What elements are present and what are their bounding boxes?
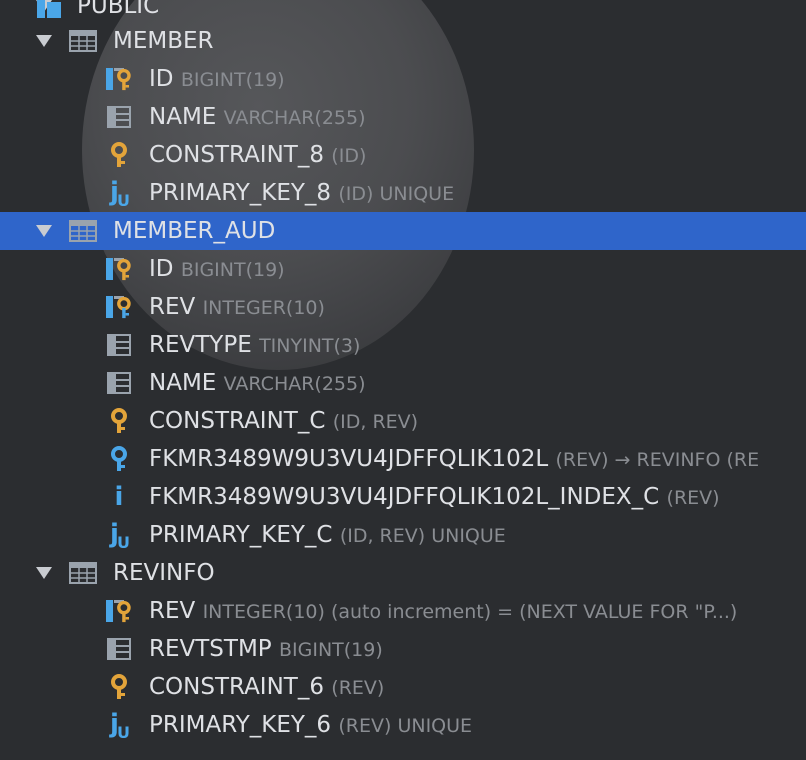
tree-item-foreign-key[interactable]: FKMR3489W9U3VU4JDFFQLIK102L (REV) → REVI… bbox=[0, 440, 806, 478]
tree-item-pk-fk-column[interactable]: REV INTEGER(10) bbox=[0, 288, 806, 326]
item-label: REV INTEGER(10) (auto increment) = (NEXT… bbox=[149, 592, 737, 630]
item-name: REVTSTMP bbox=[149, 636, 272, 662]
table-icon bbox=[68, 216, 98, 246]
item-name: REVTYPE bbox=[149, 332, 252, 358]
table-name-text: MEMBER bbox=[113, 28, 214, 54]
item-name: FKMR3489W9U3VU4JDFFQLIK102L bbox=[149, 446, 549, 472]
tree-item-column[interactable]: NAME VARCHAR(255) bbox=[0, 364, 806, 402]
item-name: CONSTRAINT_C bbox=[149, 408, 326, 434]
item-label: FKMR3489W9U3VU4JDFFQLIK102L (REV) → REVI… bbox=[149, 440, 759, 478]
item-name: CONSTRAINT_8 bbox=[149, 142, 324, 168]
column-icon bbox=[104, 634, 134, 664]
primary-foreign-key-column-icon bbox=[104, 292, 134, 322]
tree-item-key[interactable]: CONSTRAINT_C (ID, REV) bbox=[0, 402, 806, 440]
item-label: FKMR3489W9U3VU4JDFFQLIK102L_INDEX_C (REV… bbox=[149, 478, 720, 516]
item-label: REVTSTMP BIGINT(19) bbox=[149, 630, 383, 668]
foreign-key-icon bbox=[104, 444, 134, 474]
item-type-meta: VARCHAR(255) bbox=[223, 373, 366, 395]
column-icon bbox=[104, 102, 134, 132]
key-icon bbox=[104, 406, 134, 436]
tree-item-index[interactable]: i FKMR3489W9U3VU4JDFFQLIK102L_INDEX_C (RE… bbox=[0, 478, 806, 516]
table-icon bbox=[68, 558, 98, 588]
tree-item-unique-index[interactable]: jU PRIMARY_KEY_C (ID, REV) UNIQUE bbox=[0, 516, 806, 554]
item-type-meta: (ID, REV) bbox=[332, 411, 419, 433]
schema-icon bbox=[34, 0, 64, 21]
item-label: PRIMARY_KEY_8 (ID) UNIQUE bbox=[149, 174, 454, 212]
item-label: REV INTEGER(10) bbox=[149, 288, 325, 326]
item-label: PRIMARY_KEY_6 (REV) UNIQUE bbox=[149, 706, 472, 744]
item-type-meta: (REV) → REVINFO (RE bbox=[555, 449, 760, 471]
unique-index-icon: jU bbox=[110, 518, 130, 552]
tree-item-column[interactable]: REVTSTMP BIGINT(19) bbox=[0, 630, 806, 668]
item-label: NAME VARCHAR(255) bbox=[149, 98, 366, 136]
unique-index-icon: jU bbox=[110, 708, 130, 742]
key-icon bbox=[104, 672, 134, 702]
item-label: CONSTRAINT_8 (ID) bbox=[149, 136, 366, 174]
tree-item-pk-column[interactable]: ID BIGINT(19) bbox=[0, 60, 806, 98]
tree-item-key[interactable]: CONSTRAINT_8 (ID) bbox=[0, 136, 806, 174]
item-name: PRIMARY_KEY_C bbox=[149, 522, 333, 548]
tree-item-key[interactable]: CONSTRAINT_6 (REV) bbox=[0, 668, 806, 706]
table-row-revinfo[interactable]: REVINFO bbox=[0, 554, 806, 592]
tree-item-unique-index[interactable]: jU PRIMARY_KEY_8 (ID) UNIQUE bbox=[0, 174, 806, 212]
collapse-arrow-icon[interactable] bbox=[36, 567, 52, 579]
table-name: MEMBER_AUD bbox=[113, 212, 275, 250]
item-type-meta: (ID) UNIQUE bbox=[338, 183, 455, 205]
item-name: PRIMARY_KEY_6 bbox=[149, 712, 332, 738]
item-type-meta: TINYINT(3) bbox=[259, 335, 361, 357]
item-type-meta: VARCHAR(255) bbox=[223, 107, 366, 129]
item-type-meta: BIGINT(19) bbox=[180, 69, 285, 91]
tree-item-unique-index[interactable]: jU PRIMARY_KEY_6 (REV) UNIQUE bbox=[0, 706, 806, 744]
item-label: REVTYPE TINYINT(3) bbox=[149, 326, 360, 364]
item-type-meta: (REV) bbox=[331, 677, 385, 699]
item-type-meta: (ID) bbox=[331, 145, 367, 167]
unique-index-icon: jU bbox=[110, 176, 130, 210]
item-type-meta: INTEGER(10) bbox=[202, 297, 325, 319]
column-icon bbox=[104, 368, 134, 398]
item-name: NAME bbox=[149, 104, 217, 130]
item-type-meta: BIGINT(19) bbox=[278, 639, 383, 661]
item-label: CONSTRAINT_C (ID, REV) bbox=[149, 402, 418, 440]
table-name-text: MEMBER_AUD bbox=[113, 218, 276, 244]
item-label: ID BIGINT(19) bbox=[149, 60, 285, 98]
item-type-meta: BIGINT(19) bbox=[180, 259, 285, 281]
tree-item-pk-column[interactable]: REV INTEGER(10) (auto increment) = (NEXT… bbox=[0, 592, 806, 630]
item-name: ID bbox=[149, 256, 174, 282]
item-type-meta: (REV) UNIQUE bbox=[338, 715, 473, 737]
table-icon bbox=[68, 26, 98, 56]
item-name: ID bbox=[149, 66, 174, 92]
item-label: NAME VARCHAR(255) bbox=[149, 364, 366, 402]
primary-key-column-icon bbox=[104, 64, 134, 94]
item-name: PRIMARY_KEY_8 bbox=[149, 180, 332, 206]
collapse-arrow-icon[interactable] bbox=[36, 35, 52, 47]
table-name-text: REVINFO bbox=[113, 560, 215, 586]
item-name: REV bbox=[149, 294, 196, 320]
item-name: NAME bbox=[149, 370, 217, 396]
item-type-meta: (ID, REV) UNIQUE bbox=[339, 525, 506, 547]
item-name: CONSTRAINT_6 bbox=[149, 674, 324, 700]
table-name: REVINFO bbox=[113, 554, 215, 592]
item-type-meta: (REV) bbox=[666, 487, 720, 509]
item-name: FKMR3489W9U3VU4JDFFQLIK102L_INDEX_C bbox=[149, 484, 660, 510]
tree-item-pk-column[interactable]: ID BIGINT(19) bbox=[0, 250, 806, 288]
item-name: REV bbox=[149, 598, 196, 624]
collapse-arrow-icon[interactable] bbox=[36, 225, 52, 237]
index-icon: i bbox=[114, 482, 124, 512]
table-row-member-aud[interactable]: MEMBER_AUD bbox=[0, 212, 806, 250]
primary-key-column-icon bbox=[104, 254, 134, 284]
item-type-meta: INTEGER(10) (auto increment) = (NEXT VAL… bbox=[202, 601, 738, 623]
table-row-member[interactable]: MEMBER bbox=[0, 22, 806, 60]
tree-item-column[interactable]: REVTYPE TINYINT(3) bbox=[0, 326, 806, 364]
item-label: ID BIGINT(19) bbox=[149, 250, 285, 288]
item-label: PRIMARY_KEY_C (ID, REV) UNIQUE bbox=[149, 516, 506, 554]
primary-key-column-icon bbox=[104, 596, 134, 626]
item-label: CONSTRAINT_6 (REV) bbox=[149, 668, 384, 706]
table-name: MEMBER bbox=[113, 22, 214, 60]
tree-item-column[interactable]: NAME VARCHAR(255) bbox=[0, 98, 806, 136]
database-tree: PUBLIC MEMBER ID BIGINT(19) NAME VARCHAR… bbox=[0, 0, 806, 760]
column-icon bbox=[104, 330, 134, 360]
key-icon bbox=[104, 140, 134, 170]
